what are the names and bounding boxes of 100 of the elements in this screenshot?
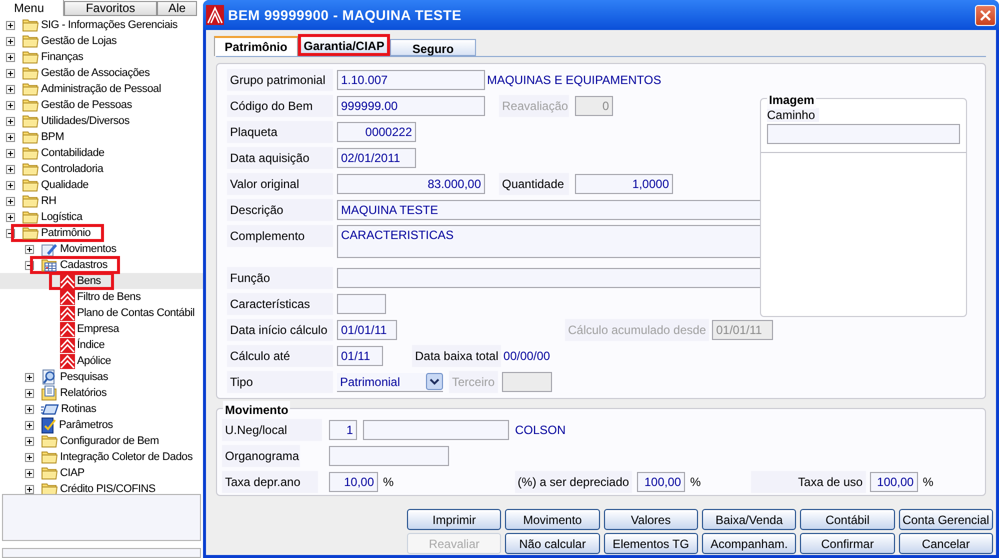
input-field[interactable]: 100,00 — [637, 472, 686, 492]
dialog-button[interactable]: Movimento — [505, 509, 600, 530]
input-field[interactable]: 100,00 — [870, 472, 918, 492]
app-logo-icon — [206, 5, 224, 25]
input-field[interactable]: 0000222 — [337, 122, 416, 142]
sidebar-tab[interactable]: Favoritos — [64, 1, 157, 16]
tree-item[interactable]: SIG - Informações Gerenciais — [41, 16, 178, 34]
folder-icon — [22, 194, 39, 208]
chevron-icon — [60, 338, 75, 352]
field-label: Taxa de uso — [750, 471, 866, 493]
dropdown[interactable]: Patrimonial — [337, 372, 443, 392]
input-field[interactable]: 01/11 — [337, 346, 383, 366]
tree-item[interactable]: Crédito PIS/COFINS — [60, 480, 156, 494]
tree-item[interactable]: Gestão de Pessoas — [41, 96, 132, 114]
description-text: COLSON — [515, 422, 566, 439]
dialog-button[interactable]: Não calcular — [505, 533, 600, 554]
input-field[interactable] — [363, 420, 509, 440]
form-tab[interactable]: Garantia/CIAP — [298, 34, 390, 56]
input-field[interactable]: 1 — [329, 420, 357, 440]
chevron-icon — [60, 354, 75, 368]
input-field[interactable] — [767, 124, 960, 144]
tree-item[interactable]: Plano de Contas Contábil — [77, 304, 195, 322]
tree-item[interactable]: Índice — [77, 336, 105, 354]
tree-item[interactable]: Integração Coletor de Dados — [60, 448, 193, 466]
field-label: Código do Bem — [227, 95, 333, 117]
close-button[interactable] — [975, 4, 996, 26]
input-field[interactable]: 999999.00 — [337, 96, 485, 116]
tree-item[interactable]: Controladoria — [41, 160, 104, 178]
tree-item[interactable]: Gestão de Associações — [41, 64, 150, 82]
form-tab[interactable]: Seguro — [390, 39, 476, 56]
tree-item[interactable]: Parâmetros — [59, 416, 113, 434]
dialog-button[interactable]: Confirmar — [800, 533, 895, 554]
field-label: Quantidade — [499, 173, 569, 195]
tree-item[interactable]: Filtro de Bens — [77, 288, 141, 306]
tree-item[interactable]: Logística — [41, 208, 82, 226]
field-label: Complemento — [227, 225, 333, 247]
input-field[interactable]: 83.000,00 — [337, 174, 485, 194]
field-label: Data baixa total — [412, 345, 502, 367]
sidebar-tab[interactable]: Ale — [157, 1, 197, 16]
folder-icon — [22, 18, 39, 32]
tree-item[interactable]: Rotinas — [61, 400, 96, 418]
field-label: (%) a ser depreciado — [514, 471, 632, 493]
field-label: Data início cálculo — [227, 319, 333, 341]
tree-item[interactable]: RH — [41, 192, 56, 210]
field-label: Organograma — [222, 445, 300, 467]
dialog-button[interactable]: Acompanham. — [702, 533, 796, 554]
tree-item[interactable]: Utilidades/Diversos — [41, 112, 130, 130]
tree-item[interactable]: Bens — [77, 272, 101, 290]
checklist-icon — [41, 416, 57, 434]
input-field[interactable]: 1.10.007 — [337, 70, 485, 90]
input-field[interactable]: 02/01/2011 — [337, 148, 416, 168]
tree-item[interactable]: Gestão de Lojas — [41, 32, 117, 50]
field-label: Plaqueta — [227, 121, 333, 143]
document-folder-icon — [41, 385, 58, 401]
unit-text: % — [690, 474, 701, 491]
tree-item[interactable]: Contabilidade — [41, 144, 104, 162]
dialog-button[interactable]: Baixa/Venda — [702, 509, 796, 530]
input-field[interactable]: 01/01/11 — [337, 320, 397, 340]
tree-item[interactable]: Patrimônio — [41, 224, 91, 242]
close-icon — [980, 10, 991, 20]
dialog-button[interactable]: Cancelar — [898, 533, 993, 554]
window-title: BEM 99999900 - MAQUINA TESTE — [228, 6, 462, 25]
tree-item[interactable]: Pesquisas — [60, 368, 108, 386]
folder-icon — [22, 50, 39, 64]
folder-icon — [22, 162, 39, 176]
tree-item[interactable]: Qualidade — [41, 176, 88, 194]
tree-item[interactable]: CIAP — [60, 464, 84, 482]
tree-item[interactable]: Apólice — [77, 352, 111, 370]
field-label: Terceiro — [449, 371, 498, 393]
form-tab[interactable]: Patrimônio — [214, 36, 298, 56]
tree-item[interactable]: Empresa — [77, 320, 119, 338]
dialog-button[interactable]: Valores — [604, 509, 698, 530]
tree-item[interactable]: Cadastros — [60, 256, 108, 274]
field-label: Cálculo até — [227, 345, 333, 367]
dialog-button[interactable]: Elementos TG — [604, 533, 698, 554]
field-label: U.Neg/local — [222, 419, 322, 441]
field-label: Características — [227, 293, 333, 315]
input-field[interactable]: 1,0000 — [575, 174, 673, 194]
folder-icon — [41, 482, 58, 494]
input-field[interactable] — [329, 446, 449, 466]
tree-item[interactable]: Finanças — [41, 48, 84, 66]
folder-icon — [22, 146, 39, 160]
tree-item[interactable]: Configurador de Bem — [60, 432, 159, 450]
tree-item[interactable]: Movimentos — [60, 240, 116, 258]
folder-icon — [41, 434, 58, 448]
tree-item[interactable]: Administração de Pessoal — [41, 80, 161, 98]
dialog-button[interactable]: Contábil — [800, 509, 895, 530]
input-field[interactable] — [337, 294, 386, 314]
field-label: Tipo — [227, 371, 333, 393]
input-field[interactable]: 10,00 — [329, 472, 378, 492]
folder-icon — [22, 210, 39, 224]
window-stack-icon — [41, 403, 59, 415]
unit-text: % — [922, 474, 934, 491]
dialog-button[interactable]: Conta Gerencial — [898, 509, 993, 530]
field-label: Reavaliação — [499, 95, 569, 117]
dialog-button[interactable]: Imprimir — [407, 509, 502, 530]
tree-item[interactable]: BPM — [41, 128, 64, 146]
tree-item[interactable]: Relatórios — [60, 384, 107, 402]
folder-icon — [22, 98, 39, 112]
chevron-icon — [60, 322, 75, 336]
